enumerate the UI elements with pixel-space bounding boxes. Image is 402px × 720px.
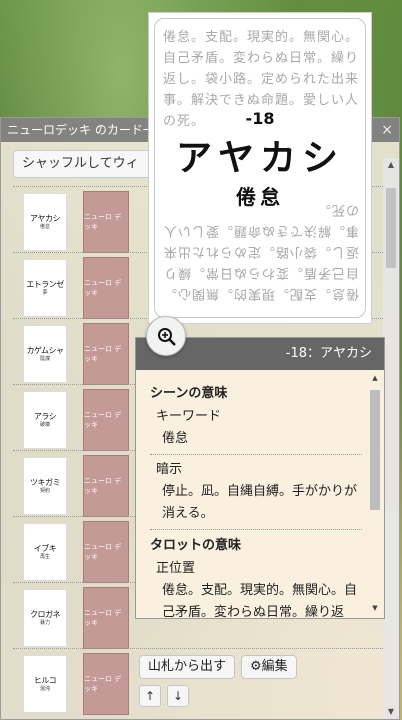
tarot-meaning-heading: タロットの意味 [150,538,242,553]
card-front-thumb[interactable]: カゲムシャ 陰謀 [23,325,67,383]
info-scrollbar[interactable]: ▲ ▼ [368,372,382,616]
card-front-thumb[interactable]: アヤカシ 倦怠 [23,193,67,251]
scrollbar-thumb[interactable] [370,390,380,510]
move-down-button[interactable]: ↓ [167,685,189,707]
scroll-down-arrow-icon[interactable]: ▼ [368,604,382,614]
card-number: -18 [245,109,275,128]
draw-from-deck-button[interactable]: 山札から出す [139,655,236,679]
scroll-up-arrow-icon[interactable]: ▲ [383,158,399,172]
upright-value: 倦怠。支配。現実的。無関心。自己矛盾。変わらぬ日常。繰り返 [162,583,358,620]
card-back-thumb[interactable]: ニューロ デッキ [83,323,129,385]
card-back-thumb[interactable]: ニューロ デッキ [83,389,129,451]
card-info-panel: -18：アヤカシ シーンの意味 キーワード 倦怠 暗示 停止。凪。自縄自縛。手が… [135,337,385,620]
card-back-thumb[interactable]: ニューロ デッキ [83,653,129,715]
row-actions: 山札から出す ⚙編集 ↑ ↓ [139,655,303,707]
close-icon[interactable]: × [381,118,393,142]
edit-button[interactable]: ⚙編集 [241,655,297,679]
shuffle-button[interactable]: シャッフルしてウィ [13,150,163,178]
info-panel-body: シーンの意味 キーワード 倦怠 暗示 停止。凪。自縄自縛。手がかりが消える。 タ… [150,382,362,624]
card-front-thumb[interactable]: ヒルコ 混沌 [23,655,67,713]
upright-label: 正位置 [156,561,196,576]
card-back-thumb[interactable]: ニューロ デッキ [83,257,129,319]
card-front-thumb[interactable]: アラシ 破壊 [23,391,67,449]
card-keyword: 倦怠 [236,185,284,209]
card-back-thumb[interactable]: ニューロ デッキ [83,191,129,253]
divider [150,454,362,455]
card-preview[interactable]: 倦怠。支配。現実的。無関心。自己矛盾。変わらぬ日常。繰り返し。袋小路。定められた… [148,12,372,324]
zoom-button[interactable] [146,316,186,356]
card-back-thumb[interactable]: ニューロ デッキ [83,521,129,583]
card-front-thumb[interactable]: クロガネ 暴力 [23,589,67,647]
gear-icon: ⚙ [250,659,262,674]
hint-value: 停止。凪。自縄自縛。手がかりが消える。 [162,484,358,521]
hint-label: 暗示 [156,462,183,477]
card-front-thumb[interactable]: イブキ 再生 [23,523,67,581]
scroll-up-arrow-icon[interactable]: ▲ [368,374,382,384]
keyword-value: 倦怠 [162,431,189,446]
scene-meaning-heading: シーンの意味 [150,386,228,401]
move-up-button[interactable]: ↑ [139,685,161,707]
zoom-in-icon [158,328,176,346]
card-front-thumb[interactable]: エトランゼ 夢 [23,259,67,317]
divider [150,529,362,530]
list-scrollbar[interactable]: ▲ ▼ [383,158,399,719]
scroll-down-arrow-icon[interactable]: ▼ [383,705,399,719]
card-name: アヤカシ [175,138,344,179]
scrollbar-thumb[interactable] [386,188,396,268]
card-back-thumb[interactable]: ニューロ デッキ [83,587,129,649]
card-meaning-text-reversed: 倦怠。支配。現実的。無関心。自己矛盾。変わらぬ日常。繰り返し。袋小路。定められた… [162,202,359,301]
card-front-thumb[interactable]: ツキガミ 契約 [23,457,67,515]
card-back-thumb[interactable]: ニューロ デッキ [83,455,129,517]
list-item: ヒルコ 混沌 ニューロ デッキ 山札から出す ⚙編集 ↑ ↓ [13,648,383,715]
keyword-label: キーワード [156,409,222,424]
